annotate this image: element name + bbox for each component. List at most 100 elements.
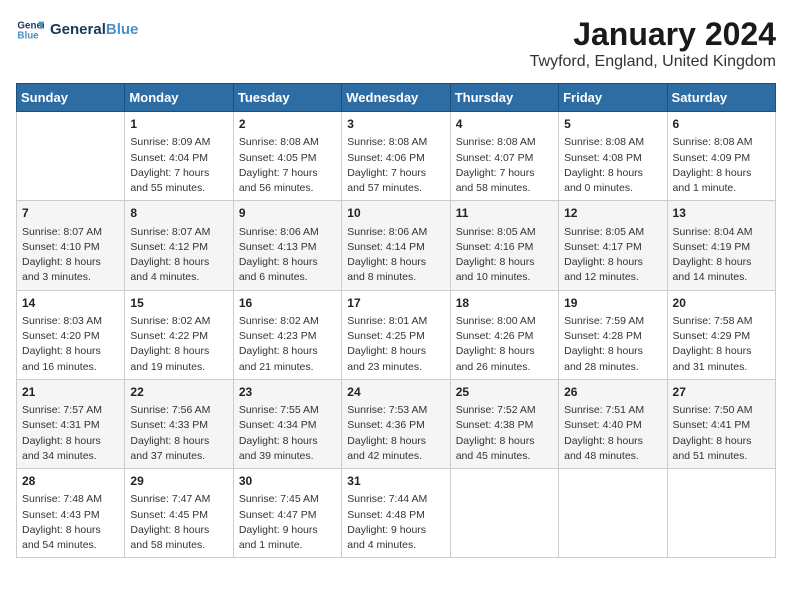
table-row: 22 Sunrise: 7:56 AM Sunset: 4:33 PM Dayli…: [125, 379, 233, 468]
day-number: 18: [456, 295, 553, 312]
day-info: Sunrise: 7:57 AM Sunset: 4:31 PM Dayligh…: [22, 403, 119, 464]
day-number: 8: [130, 205, 227, 222]
day-number: 11: [456, 205, 553, 222]
day-info: Sunrise: 8:02 AM Sunset: 4:22 PM Dayligh…: [130, 314, 227, 375]
day-number: 28: [22, 473, 119, 490]
table-row: 3Sunrise: 8:08 AM Sunset: 4:06 PM Daylig…: [342, 112, 450, 201]
day-number: 14: [22, 295, 119, 312]
col-monday: Monday: [125, 84, 233, 112]
table-row: 18 Sunrise: 8:00 AM Sunset: 4:26 PM Dayli…: [450, 290, 558, 379]
day-number: 20: [673, 295, 770, 312]
table-row: 2 Sunrise: 8:08 AM Sunset: 4:05 PM Daylig…: [233, 112, 341, 201]
day-number: 16: [239, 295, 336, 312]
day-info: Sunrise: 7:45 AM Sunset: 4:47 PM Dayligh…: [239, 492, 336, 553]
calendar-week-row: 1 Sunrise: 8:09 AM Sunset: 4:04 PM Daylig…: [17, 112, 776, 201]
day-info: Sunrise: 7:51 AM Sunset: 4:40 PM Dayligh…: [564, 403, 661, 464]
day-info: Sunrise: 8:09 AM Sunset: 4:04 PM Dayligh…: [130, 135, 227, 196]
table-row: 30 Sunrise: 7:45 AM Sunset: 4:47 PM Dayli…: [233, 469, 341, 558]
day-number: 30: [239, 473, 336, 490]
day-info: Sunrise: 7:58 AM Sunset: 4:29 PM Dayligh…: [673, 314, 770, 375]
table-row: 21 Sunrise: 7:57 AM Sunset: 4:31 PM Dayli…: [17, 379, 125, 468]
day-info: Sunrise: 8:07 AM Sunset: 4:10 PM Dayligh…: [22, 225, 119, 286]
day-info: Sunrise: 8:04 AM Sunset: 4:19 PM Dayligh…: [673, 225, 770, 286]
table-row: 14 Sunrise: 8:03 AM Sunset: 4:20 PM Dayli…: [17, 290, 125, 379]
table-row: [667, 469, 775, 558]
day-number: 26: [564, 384, 661, 401]
day-info: Sunrise: 8:00 AM Sunset: 4:26 PM Dayligh…: [456, 314, 553, 375]
day-number: 21: [22, 384, 119, 401]
table-row: 11 Sunrise: 8:05 AM Sunset: 4:16 PM Dayli…: [450, 201, 558, 290]
day-number: 13: [673, 205, 770, 222]
day-number: 5: [564, 116, 661, 133]
table-row: 10 Sunrise: 8:06 AM Sunset: 4:14 PM Dayli…: [342, 201, 450, 290]
logo-text: GeneralBlue: [50, 21, 138, 38]
day-number: 22: [130, 384, 227, 401]
day-info: Sunrise: 7:59 AM Sunset: 4:28 PM Dayligh…: [564, 314, 661, 375]
table-row: 4Sunrise: 8:08 AM Sunset: 4:07 PM Daylig…: [450, 112, 558, 201]
table-row: 13 Sunrise: 8:04 AM Sunset: 4:19 PM Dayli…: [667, 201, 775, 290]
svg-text:Blue: Blue: [17, 30, 39, 41]
col-tuesday: Tuesday: [233, 84, 341, 112]
day-number: 10: [347, 205, 444, 222]
day-info: Sunrise: 8:07 AM Sunset: 4:12 PM Dayligh…: [130, 225, 227, 286]
calendar-title: January 2024: [530, 16, 776, 53]
col-wednesday: Wednesday: [342, 84, 450, 112]
table-row: 12Sunrise: 8:05 AM Sunset: 4:17 PM Dayli…: [559, 201, 667, 290]
table-row: [559, 469, 667, 558]
day-number: 2: [239, 116, 336, 133]
day-info: Sunrise: 7:44 AM Sunset: 4:48 PM Dayligh…: [347, 492, 444, 553]
day-info: Sunrise: 8:03 AM Sunset: 4:20 PM Dayligh…: [22, 314, 119, 375]
day-info: Sunrise: 8:06 AM Sunset: 4:13 PM Dayligh…: [239, 225, 336, 286]
day-info: Sunrise: 8:06 AM Sunset: 4:14 PM Dayligh…: [347, 225, 444, 286]
table-row: 23 Sunrise: 7:55 AM Sunset: 4:34 PM Dayli…: [233, 379, 341, 468]
day-number: 17: [347, 295, 444, 312]
table-row: 27 Sunrise: 7:50 AM Sunset: 4:41 PM Dayli…: [667, 379, 775, 468]
table-row: 17 Sunrise: 8:01 AM Sunset: 4:25 PM Dayli…: [342, 290, 450, 379]
table-row: 8 Sunrise: 8:07 AM Sunset: 4:12 PM Daylig…: [125, 201, 233, 290]
col-thursday: Thursday: [450, 84, 558, 112]
logo-icon: General Blue: [16, 16, 44, 44]
day-info: Sunrise: 7:55 AM Sunset: 4:34 PM Dayligh…: [239, 403, 336, 464]
calendar-table: Sunday Monday Tuesday Wednesday Thursday…: [16, 83, 776, 558]
day-number: 4: [456, 116, 553, 133]
day-number: 6: [673, 116, 770, 133]
table-row: 24Sunrise: 7:53 AM Sunset: 4:36 PM Dayli…: [342, 379, 450, 468]
day-info: Sunrise: 7:56 AM Sunset: 4:33 PM Dayligh…: [130, 403, 227, 464]
table-row: 26 Sunrise: 7:51 AM Sunset: 4:40 PM Dayli…: [559, 379, 667, 468]
table-row: 16 Sunrise: 8:02 AM Sunset: 4:23 PM Dayli…: [233, 290, 341, 379]
calendar-week-row: 28Sunrise: 7:48 AM Sunset: 4:43 PM Dayli…: [17, 469, 776, 558]
day-number: 23: [239, 384, 336, 401]
day-info: Sunrise: 8:05 AM Sunset: 4:17 PM Dayligh…: [564, 225, 661, 286]
day-number: 19: [564, 295, 661, 312]
table-row: 25Sunrise: 7:52 AM Sunset: 4:38 PM Dayli…: [450, 379, 558, 468]
table-row: 20 Sunrise: 7:58 AM Sunset: 4:29 PM Dayli…: [667, 290, 775, 379]
table-row: 6 Sunrise: 8:08 AM Sunset: 4:09 PM Daylig…: [667, 112, 775, 201]
calendar-subtitle: Twyford, England, United Kingdom: [530, 53, 776, 71]
day-info: Sunrise: 8:05 AM Sunset: 4:16 PM Dayligh…: [456, 225, 553, 286]
day-info: Sunrise: 7:47 AM Sunset: 4:45 PM Dayligh…: [130, 492, 227, 553]
day-info: Sunrise: 8:08 AM Sunset: 4:05 PM Dayligh…: [239, 135, 336, 196]
table-row: 7 Sunrise: 8:07 AM Sunset: 4:10 PM Daylig…: [17, 201, 125, 290]
calendar-week-row: 7 Sunrise: 8:07 AM Sunset: 4:10 PM Daylig…: [17, 201, 776, 290]
logo: General Blue GeneralBlue: [16, 16, 138, 44]
page-header: General Blue GeneralBlue January 2024 Tw…: [16, 16, 776, 71]
calendar-week-row: 21 Sunrise: 7:57 AM Sunset: 4:31 PM Dayli…: [17, 379, 776, 468]
table-row: 19 Sunrise: 7:59 AM Sunset: 4:28 PM Dayli…: [559, 290, 667, 379]
day-info: Sunrise: 8:02 AM Sunset: 4:23 PM Dayligh…: [239, 314, 336, 375]
day-number: 27: [673, 384, 770, 401]
col-saturday: Saturday: [667, 84, 775, 112]
day-number: 29: [130, 473, 227, 490]
day-info: Sunrise: 7:53 AM Sunset: 4:36 PM Dayligh…: [347, 403, 444, 464]
day-number: 1: [130, 116, 227, 133]
day-info: Sunrise: 8:08 AM Sunset: 4:08 PM Dayligh…: [564, 135, 661, 196]
day-number: 7: [22, 205, 119, 222]
col-sunday: Sunday: [17, 84, 125, 112]
day-info: Sunrise: 7:50 AM Sunset: 4:41 PM Dayligh…: [673, 403, 770, 464]
col-friday: Friday: [559, 84, 667, 112]
day-info: Sunrise: 8:08 AM Sunset: 4:09 PM Dayligh…: [673, 135, 770, 196]
table-row: 1 Sunrise: 8:09 AM Sunset: 4:04 PM Daylig…: [125, 112, 233, 201]
day-info: Sunrise: 8:01 AM Sunset: 4:25 PM Dayligh…: [347, 314, 444, 375]
table-row: 5 Sunrise: 8:08 AM Sunset: 4:08 PM Daylig…: [559, 112, 667, 201]
calendar-header-row: Sunday Monday Tuesday Wednesday Thursday…: [17, 84, 776, 112]
day-number: 15: [130, 295, 227, 312]
